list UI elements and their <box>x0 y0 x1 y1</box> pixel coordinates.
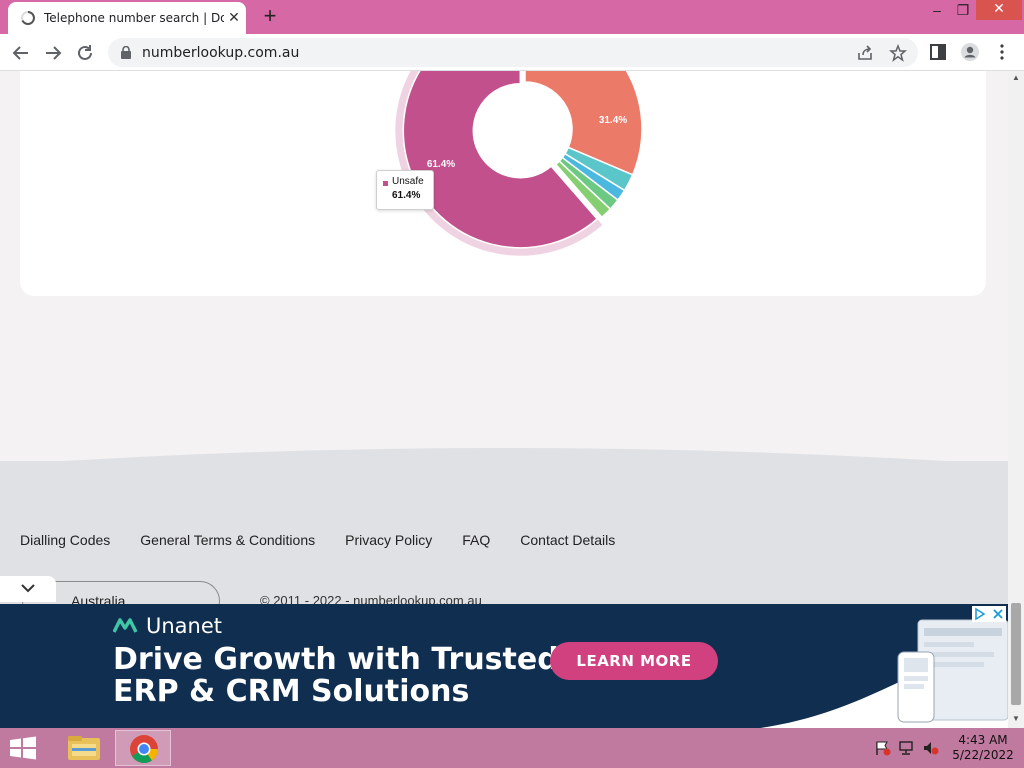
browser-tab[interactable]: Telephone number search | Do yö ✕ <box>8 2 246 34</box>
back-arrow-icon[interactable] <box>10 42 32 64</box>
scroll-up-icon[interactable]: ▲ <box>1011 73 1021 83</box>
chrome-taskbar-icon[interactable] <box>115 730 171 766</box>
page-scrollbar[interactable]: ▲ ▼ <box>1008 71 1024 728</box>
reload-icon[interactable] <box>74 42 96 64</box>
windows-start-icon[interactable] <box>8 736 38 760</box>
chart-card: 61.4% 31.4% Unsafe 61.4% <box>20 71 986 296</box>
ad-device-illustration <box>897 619 1008 723</box>
profile-icon[interactable] <box>960 42 980 62</box>
tab-title: Telephone number search | Do yö <box>44 11 224 25</box>
footer-link-contact[interactable]: Contact Details <box>520 532 615 548</box>
tab-close-icon[interactable]: ✕ <box>226 9 242 25</box>
new-tab-button[interactable]: + <box>260 5 280 27</box>
clock-time: 4:43 AM <box>958 733 1008 747</box>
ad-headline-line1: Drive Growth with Trusted <box>113 642 559 677</box>
clock-date: 5/22/2022 <box>952 748 1014 762</box>
kebab-menu-icon[interactable] <box>992 42 1012 62</box>
ad-choices-icon[interactable] <box>972 606 1006 622</box>
share-icon[interactable] <box>856 44 874 62</box>
lock-icon[interactable] <box>120 46 132 59</box>
forward-arrow-icon[interactable] <box>42 42 64 64</box>
slice-percent-label: 31.4% <box>599 115 627 126</box>
address-bar[interactable]: numberlookup.com.au <box>108 38 918 67</box>
window-close-icon[interactable]: ✕ <box>976 0 1022 20</box>
system-clock[interactable]: 4:43 AM 5/22/2022 <box>950 733 1016 763</box>
windows-taskbar: 4:43 AM 5/22/2022 <box>0 728 1024 768</box>
action-center-flag-icon[interactable] <box>874 740 892 756</box>
browser-tab-strip: Telephone number search | Do yö ✕ + – ❐ … <box>0 0 1024 34</box>
side-panel-icon[interactable] <box>928 42 948 62</box>
ad-headline-line2: ERP & CRM Solutions <box>113 674 470 709</box>
collapse-ad-button[interactable] <box>0 576 56 602</box>
chevron-down-icon <box>21 584 35 593</box>
ad-headline: Drive Growth with Trusted ERP & CRM Solu… <box>113 644 573 708</box>
tooltip-value: 61.4% <box>392 190 421 201</box>
volume-muted-icon[interactable] <box>922 740 940 756</box>
ad-brand: Unanet <box>146 614 223 638</box>
scroll-thumb[interactable] <box>1011 603 1021 705</box>
browser-toolbar: numberlookup.com.au <box>0 34 1024 71</box>
unanet-logo-icon <box>113 618 137 633</box>
learn-more-button[interactable]: LEARN MORE <box>550 642 718 680</box>
footer-link-dialling-codes[interactable]: Dialling Codes <box>20 532 110 548</box>
restore-icon[interactable]: ❐ <box>948 2 978 20</box>
footer-links: Dialling Codes General Terms & Condition… <box>20 532 615 548</box>
ad-banner[interactable]: Unanet Drive Growth with Trusted ERP & C… <box>0 604 1008 728</box>
loading-spinner-icon <box>21 11 35 25</box>
url-text: numberlookup.com.au <box>142 45 300 61</box>
tooltip-label: Unsafe <box>392 176 424 187</box>
tooltip-swatch <box>383 181 388 186</box>
footer-link-faq[interactable]: FAQ <box>462 532 490 548</box>
file-explorer-icon[interactable] <box>56 730 112 766</box>
slice-percent-label: 61.4% <box>427 159 455 170</box>
scroll-down-icon[interactable]: ▼ <box>1011 714 1021 724</box>
footer-link-privacy[interactable]: Privacy Policy <box>345 532 432 548</box>
footer-link-terms[interactable]: General Terms & Conditions <box>140 532 315 548</box>
chart-tooltip: Unsafe 61.4% <box>376 170 434 210</box>
network-icon[interactable] <box>898 740 916 756</box>
star-icon[interactable] <box>889 44 907 62</box>
